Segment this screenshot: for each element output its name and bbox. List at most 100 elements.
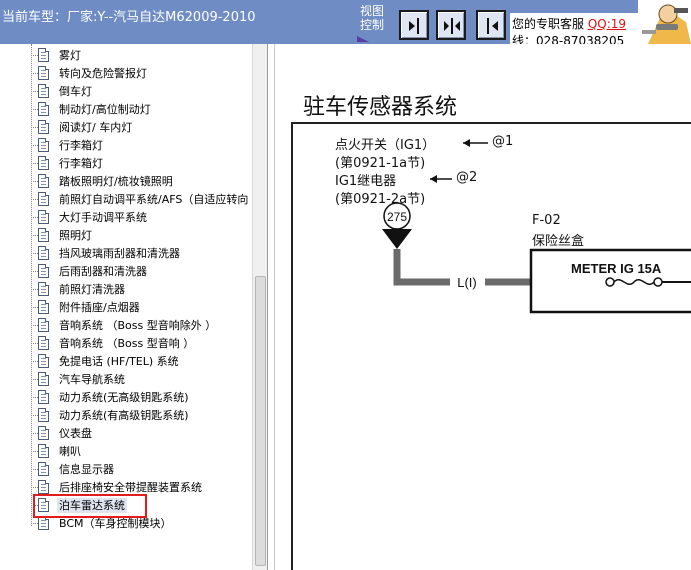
document-icon — [38, 102, 49, 116]
document-icon — [38, 372, 49, 386]
tree-branch-line — [31, 91, 38, 92]
fuse-terminal-right — [653, 277, 663, 287]
tree-branch-line — [31, 181, 38, 182]
selection-highlight-box — [33, 494, 147, 518]
tree-panel: 雾灯 转向及危险警报灯 倒车灯 制动灯/高位制动灯 阅读灯/ 车内灯 行李箱灯 行李箱灯 踏板… — [0, 44, 268, 570]
arrow-icon — [430, 175, 452, 183]
collapse-button[interactable] — [436, 10, 466, 40]
tree-branch-line — [31, 271, 38, 272]
tree-branch-line — [31, 235, 38, 236]
expand-left-icon — [487, 18, 498, 34]
tree-branch-line — [31, 523, 38, 524]
fuse-name: METER IG 15A — [571, 261, 662, 276]
tree-branch-line — [31, 289, 38, 290]
document-icon — [38, 138, 49, 152]
tree-item-label: 附件插座/点烟器 — [59, 301, 140, 314]
tree-item-label: 照明灯 — [59, 229, 92, 242]
tree-item-label: 雾灯 — [59, 49, 81, 62]
tree-branch-line — [31, 325, 38, 326]
document-icon — [38, 444, 49, 458]
expand-left-button[interactable] — [476, 10, 506, 40]
view-control-line2: 控制 — [359, 18, 384, 32]
current-model-label: 当前车型：厂家:Y--汽马自达M62009-2010 — [2, 10, 256, 25]
document-icon — [38, 354, 49, 368]
document-icon — [38, 84, 49, 98]
tree-branch-line — [31, 253, 38, 254]
tree-item-label: 汽车导航系统 — [59, 373, 125, 386]
service-line1: 您的专职客服 QQ:19 — [512, 15, 626, 32]
tree-scrollbar[interactable] — [252, 44, 267, 570]
tree-item-label: 阅读灯/ 车内灯 — [59, 121, 133, 134]
view-control-line1: 视图 — [359, 4, 384, 18]
document-icon — [38, 192, 49, 206]
tree-item-label: 挡风玻璃雨刮器和清洗器 — [59, 247, 180, 260]
document-icon — [38, 120, 49, 134]
tree-item-label: 倒车灯 — [59, 85, 92, 98]
document-icon — [38, 210, 49, 224]
tree-item-label: 信息显示器 — [59, 463, 114, 476]
document-icon — [38, 246, 49, 260]
tree-item-label: 动力系统(无高级钥匙系统) — [59, 391, 189, 404]
document-icon — [38, 156, 49, 170]
document-icon — [38, 318, 49, 332]
mascot-icon — [638, 0, 691, 44]
wire-label: L(I) — [457, 275, 477, 290]
view-control-marker — [357, 36, 369, 42]
document-icon — [38, 408, 49, 422]
tree-branch-line — [31, 487, 38, 488]
expand-right-icon — [409, 18, 419, 34]
document-icon — [38, 264, 49, 278]
tree-item-label: 前照灯清洗器 — [59, 283, 125, 296]
document-icon — [38, 426, 49, 440]
tree-item-label: 动力系统(有高级钥匙系统) — [59, 409, 189, 422]
tree-item-label: 制动灯/高位制动灯 — [59, 103, 151, 116]
document-icon — [38, 282, 49, 296]
tree-branch-line — [31, 433, 38, 434]
document-icon — [38, 462, 49, 476]
tree-item-label: 仪表盘 — [59, 427, 92, 440]
service-prefix: 您的专职客服 — [512, 17, 585, 31]
view-control-label: 视图 控制 — [355, 4, 389, 44]
document-icon — [38, 174, 49, 188]
tree-branch-line — [31, 145, 38, 146]
tree-item-label: BCM（车身控制模块） — [59, 517, 172, 530]
tree-item-label: 音响系统 （Boss 型音响除外 ） — [59, 319, 217, 332]
tree-item-label: 后排座椅安全带提醒装置系统 — [59, 481, 202, 494]
tree-branch-line — [31, 163, 38, 164]
tree-item-label: 音响系统 （Boss 型音响 ） — [59, 337, 195, 350]
document-icon — [38, 228, 49, 242]
document-icon — [38, 516, 49, 530]
expand-right-button[interactable] — [399, 10, 429, 40]
wire-vertical — [393, 249, 450, 286]
tree-branch-line — [31, 379, 38, 380]
tree-item-label: 踏板照明灯/梳妆镜照明 — [59, 175, 173, 188]
document-icon — [38, 480, 49, 494]
tree-item-label: 转向及危险警报灯 — [59, 67, 147, 80]
document-icon — [38, 66, 49, 80]
tree-branch-line — [31, 361, 38, 362]
collapse-icon — [444, 18, 460, 34]
terminal-arrow — [382, 229, 412, 249]
tree-branch-line — [31, 397, 38, 398]
tree-connector-line — [31, 44, 32, 526]
customer-service-box: 您的专职客服 QQ:19 线：028-87038205 — [510, 13, 640, 48]
tree-branch-line — [31, 217, 38, 218]
document-icon — [38, 390, 49, 404]
document-icon — [38, 300, 49, 314]
tree-item-label: 大灯手动调平系统 — [59, 211, 147, 224]
top-bar: 当前车型：厂家:Y--汽马自达M62009-2010 视图 控制 您的专职客服 … — [0, 0, 691, 48]
tree-branch-line — [31, 451, 38, 452]
tree-scrollbar-thumb[interactable] — [255, 276, 266, 566]
service-qq-link[interactable]: QQ:19 — [588, 17, 626, 31]
tree-branch-line — [31, 109, 38, 110]
tree-item-label: 后雨刮器和清洗器 — [59, 265, 147, 278]
tree-branch-line — [31, 199, 38, 200]
tree-branch-line — [31, 307, 38, 308]
document-icon — [38, 48, 49, 62]
tree-branch-line — [31, 469, 38, 470]
document-icon — [38, 336, 49, 350]
diagram-area: 驻车传感器系统 点火开关（IG1） @1 (第0921-1a节) IG1继电器 … — [274, 44, 691, 570]
tree-item-label: 行李箱灯 — [59, 139, 103, 152]
tree-item-label: 喇叭 — [59, 445, 81, 458]
fuse-terminal-left — [605, 277, 615, 287]
